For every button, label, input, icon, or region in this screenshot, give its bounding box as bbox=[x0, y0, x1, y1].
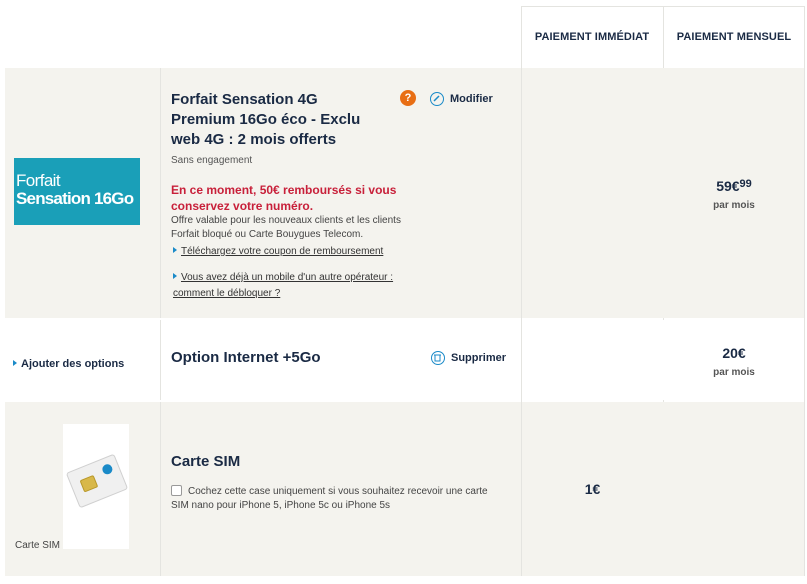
plan-image-cell: Forfait Sensation 16Go bbox=[5, 68, 160, 318]
column-header-monthly-payment: PAIEMENT MENSUEL bbox=[676, 31, 792, 43]
sim-price-main: 1€ bbox=[584, 481, 601, 497]
sim-title: Carte SIM bbox=[171, 453, 241, 470]
modify-button[interactable]: Modifier bbox=[430, 92, 493, 106]
plan-logo-line2: Sensation 16Go bbox=[16, 189, 134, 208]
offer-text: Offre valable pour les nouveaux clients … bbox=[171, 215, 401, 240]
arrow-right-icon bbox=[173, 273, 177, 279]
option-monthly-price: 20€ par mois bbox=[664, 345, 804, 378]
column-header-immediate-payment: PAIEMENT IMMÉDIAT bbox=[534, 31, 650, 43]
delete-label: Supprimer bbox=[451, 352, 507, 364]
plan-price-main: 59€ bbox=[716, 178, 740, 194]
grid-line bbox=[804, 6, 805, 576]
sim-card-image bbox=[63, 424, 129, 549]
plan-logo-line1: Forfait bbox=[16, 171, 61, 190]
sim-row: Carte SIM Carte SIM Cochez cette case un… bbox=[5, 402, 804, 576]
sim-image-cell: Carte SIM bbox=[5, 402, 160, 576]
add-options-label: Ajouter des options bbox=[21, 358, 125, 370]
sim-chip-icon bbox=[79, 474, 99, 493]
pencil-icon bbox=[430, 92, 444, 106]
plan-monthly-price: 59€99 par mois bbox=[664, 178, 804, 211]
help-icon[interactable]: ? bbox=[400, 90, 416, 106]
unlock-link-row: Vous avez déjà un mobile d'un autre opér… bbox=[173, 269, 428, 301]
nano-sim-checkbox-label: Cochez cette case uniquement si vous sou… bbox=[171, 486, 488, 511]
plan-logo: Forfait Sensation 16Go bbox=[14, 158, 140, 225]
option-price-main: 20€ bbox=[722, 345, 746, 361]
plan-description-cell: Forfait Sensation 4G Premium 16Go éco - … bbox=[161, 68, 521, 318]
commitment-text: Sans engagement bbox=[171, 155, 253, 166]
coupon-link-row: Téléchargez votre coupon de remboursemen… bbox=[173, 241, 383, 259]
sim-monthly-price-cell bbox=[664, 402, 804, 576]
sim-card-icon bbox=[65, 453, 129, 509]
option-title: Option Internet +5Go bbox=[171, 349, 321, 366]
sim-caption: Carte SIM bbox=[15, 540, 61, 551]
option-monthly-price-cell: 20€ par mois bbox=[664, 320, 804, 400]
option-left-cell: Ajouter des options bbox=[5, 320, 160, 400]
sim-description-cell: Carte SIM Cochez cette case uniquement s… bbox=[161, 402, 521, 576]
arrow-right-icon bbox=[173, 247, 177, 253]
delete-button[interactable]: Supprimer bbox=[431, 351, 506, 365]
plan-monthly-price-cell: 59€99 par mois bbox=[664, 68, 804, 318]
plan-title: Forfait Sensation 4G Premium 16Go éco - … bbox=[171, 91, 361, 148]
arrow-right-icon bbox=[13, 360, 17, 366]
promo-text: En ce moment, 50€ remboursés si vous con… bbox=[171, 183, 397, 213]
sim-immediate-price-cell: 1€ bbox=[522, 402, 663, 576]
unlock-link[interactable]: Vous avez déjà un mobile d'un autre opér… bbox=[173, 272, 393, 299]
plan-row: Forfait Sensation 16Go Forfait Sensation… bbox=[5, 68, 804, 318]
modify-label: Modifier bbox=[450, 93, 493, 105]
option-immediate-price-cell bbox=[522, 320, 663, 400]
option-description-cell: Option Internet +5Go Supprimer bbox=[161, 320, 521, 400]
plan-price-cents: 99 bbox=[739, 178, 752, 190]
operator-logo-icon bbox=[100, 462, 114, 476]
plan-price-period: par mois bbox=[713, 200, 755, 211]
add-options-link[interactable]: Ajouter des options bbox=[13, 358, 124, 370]
coupon-link[interactable]: Téléchargez votre coupon de remboursemen… bbox=[181, 246, 383, 257]
nano-sim-option: Cochez cette case uniquement si vous sou… bbox=[171, 485, 491, 513]
nano-sim-checkbox[interactable] bbox=[171, 485, 182, 496]
sim-immediate-price: 1€ bbox=[522, 481, 663, 499]
option-price-period: par mois bbox=[713, 367, 755, 378]
option-row: Ajouter des options Option Internet +5Go… bbox=[5, 320, 804, 400]
plan-immediate-price-cell bbox=[522, 68, 663, 318]
trash-icon bbox=[431, 351, 445, 365]
